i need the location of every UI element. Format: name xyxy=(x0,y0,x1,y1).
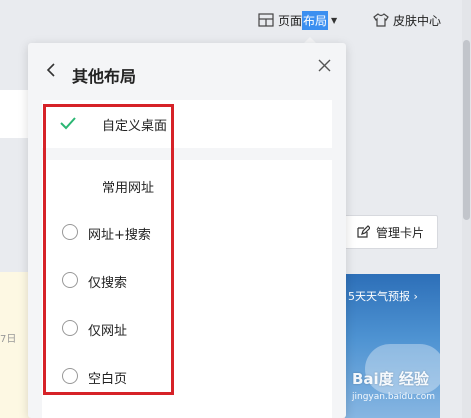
layout-popup: 其他布局 自定义桌面 常用网址 网址+搜索 仅搜索 仅网址 空白页 xyxy=(28,43,346,418)
top-toolbar: 页面 布局 ▼ 皮肤中心 xyxy=(0,0,471,42)
manage-cards-button[interactable]: 管理卡片 xyxy=(342,215,438,249)
scrollbar-thumb[interactable] xyxy=(463,40,470,220)
background-note-date: 7日 xyxy=(0,334,17,345)
weather-title[interactable]: 5天天气预报 › xyxy=(348,288,418,304)
page-layout-label-part1: 页面 xyxy=(278,13,303,28)
back-button[interactable] xyxy=(44,63,58,81)
skin-center-button[interactable]: 皮肤中心 xyxy=(373,10,441,30)
option-custom-desktop[interactable]: 自定义桌面 xyxy=(42,100,332,148)
close-icon xyxy=(318,59,331,76)
shirt-icon xyxy=(373,13,389,27)
page-layout-label-part2: 布局 xyxy=(302,10,329,30)
radio-button[interactable] xyxy=(62,368,78,384)
section-title: 常用网址 xyxy=(102,181,155,196)
manage-cards-label: 管理卡片 xyxy=(375,225,424,240)
skin-center-label: 皮肤中心 xyxy=(393,13,442,28)
option-blank-page[interactable]: 空白页 xyxy=(42,358,332,394)
background-search-strip xyxy=(0,90,30,138)
popup-header: 其他布局 xyxy=(28,43,346,101)
chevron-right-icon: › xyxy=(413,290,418,303)
edit-icon xyxy=(356,225,370,239)
option-url-only[interactable]: 仅网址 xyxy=(42,310,332,346)
caret-down-icon: ▼ xyxy=(331,15,338,25)
option-label: 空白页 xyxy=(88,372,128,387)
radio-button[interactable] xyxy=(62,320,78,336)
background-note-card xyxy=(0,272,30,418)
chevron-left-icon xyxy=(46,63,56,81)
popup-title: 其他布局 xyxy=(72,67,137,86)
baidu-jingyan-logo: Bai度 经验 xyxy=(352,370,429,388)
option-label: 仅网址 xyxy=(88,324,128,339)
weather-title-text: 5天天气预报 xyxy=(348,290,410,303)
checkmark-icon xyxy=(60,115,76,131)
watermark-url: jingyan.baidu.com xyxy=(352,392,436,402)
option-label: 仅搜索 xyxy=(88,276,128,291)
close-button[interactable] xyxy=(316,59,332,75)
option-search-only[interactable]: 仅搜索 xyxy=(42,262,332,298)
option-url-search[interactable]: 网址+搜索 xyxy=(42,214,332,250)
page-layout-menu[interactable]: 页面 布局 ▼ xyxy=(258,10,337,30)
common-sites-section: 常用网址 网址+搜索 仅搜索 仅网址 空白页 xyxy=(42,160,332,418)
layout-grid-icon xyxy=(258,13,274,27)
option-label: 网址+搜索 xyxy=(88,228,151,243)
radio-button[interactable] xyxy=(62,224,78,240)
option-label: 自定义桌面 xyxy=(102,119,168,134)
radio-button[interactable] xyxy=(62,272,78,288)
